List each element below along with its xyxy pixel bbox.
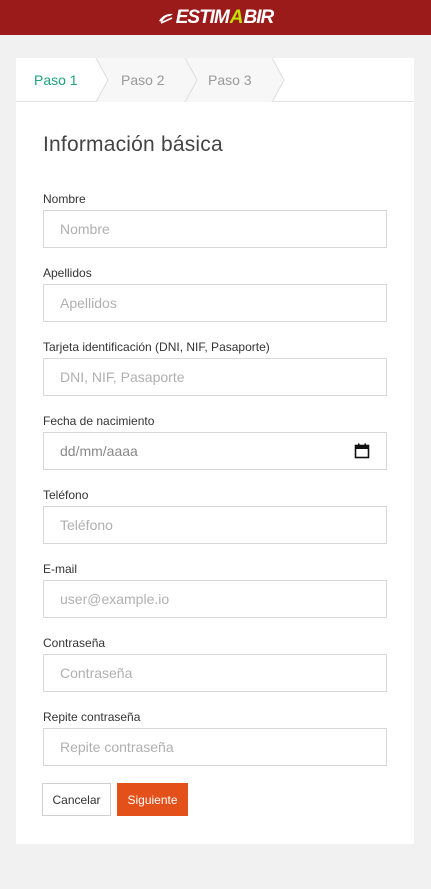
fecha-date-input[interactable]: dd/mm/aaaa	[43, 432, 387, 470]
registration-card: Paso 1 Paso 2 Paso 3 Información básica …	[16, 58, 414, 844]
password-repeat-label: Repite contraseña	[43, 710, 141, 724]
apellidos-label: Apellidos	[43, 266, 92, 280]
password-label: Contraseña	[43, 636, 106, 650]
email-label: E-mail	[43, 562, 78, 576]
tarjeta-label: Tarjeta identificación (DNI, NIF, Pasapo…	[43, 340, 270, 354]
cancel-button[interactable]: Cancelar	[42, 783, 111, 816]
step-3-label: Paso 3	[208, 72, 252, 88]
top-bar: ESTIM A BIR	[0, 0, 431, 35]
telefono-label: Teléfono	[43, 488, 89, 502]
brand-logo[interactable]: ESTIM A BIR	[158, 7, 274, 29]
fecha-label: Fecha de nacimiento	[43, 414, 155, 428]
apellidos-input[interactable]	[43, 284, 387, 322]
form-title: Información básica	[43, 133, 223, 156]
step-1-label: Paso 1	[34, 72, 78, 88]
nombre-label: Nombre	[43, 192, 86, 206]
calendar-icon[interactable]	[354, 443, 370, 459]
next-button[interactable]: Siguiente	[117, 783, 188, 816]
email-input[interactable]	[43, 580, 387, 618]
logo-text-highlight: A	[229, 6, 244, 28]
logo-text-suffix: BIR	[243, 6, 275, 28]
logo-text-prefix: ESTIM	[175, 6, 230, 28]
logo-swoosh-icon	[158, 13, 173, 24]
telefono-input[interactable]	[43, 506, 387, 544]
step-2-label: Paso 2	[121, 72, 165, 88]
fecha-date-value: dd/mm/aaaa	[60, 443, 138, 459]
nombre-input[interactable]	[43, 210, 387, 248]
tarjeta-input[interactable]	[43, 358, 387, 396]
password-input[interactable]	[43, 654, 387, 692]
wizard-steps: Paso 1 Paso 2 Paso 3	[16, 58, 414, 102]
password-repeat-input[interactable]	[43, 728, 387, 766]
